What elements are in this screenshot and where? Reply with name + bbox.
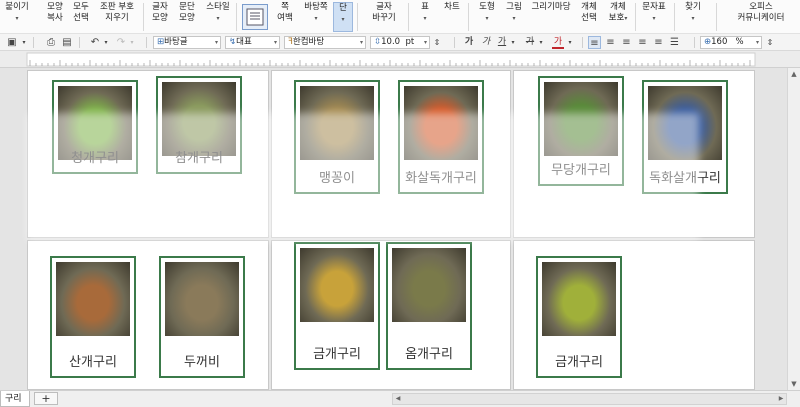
align-center-icon[interactable]: ≡	[620, 36, 633, 49]
frog-name-label: 청개구리	[71, 151, 119, 166]
char-shape-button[interactable]: 글자 모양	[149, 2, 171, 32]
chart-button[interactable]: 차트	[442, 2, 462, 32]
frog-card[interactable]: 독화살개구리	[642, 80, 728, 194]
frog-photo	[392, 248, 466, 322]
divide-icon[interactable]: ☰	[668, 36, 681, 49]
frog-name-label: 금개구리	[555, 355, 603, 370]
frog-name-label: 맹꽁이	[319, 171, 355, 186]
redo-icon[interactable]: ↷	[114, 36, 128, 49]
frog-photo	[56, 262, 130, 336]
preview-icon[interactable]: ▤	[60, 36, 74, 49]
frog-photo	[542, 262, 616, 336]
document-tab[interactable]: 구리	[0, 391, 30, 407]
frog-card[interactable]: 화살독개구리	[398, 80, 484, 194]
frog-card[interactable]: 옴개구리	[386, 242, 472, 370]
change-text-button[interactable]: 글자 바꾸기	[368, 2, 400, 32]
vertical-scrollbar[interactable]: ▲ ▼	[787, 68, 800, 390]
style-select[interactable]: ⊞바탕글 ▾	[153, 36, 221, 49]
print-icon[interactable]: ⎙	[44, 36, 58, 49]
document-canvas[interactable]: 청개구리 참개구리맹꽁이 화살독개구리 무당개구리독화살개구리산개구리 두꺼비 금개구리 옴…	[0, 68, 787, 390]
frog-name-label: 옴개구리	[405, 347, 453, 362]
background-page-button[interactable]: 바탕쪽 ▾	[302, 2, 330, 32]
strike-button[interactable]: 가	[524, 36, 536, 49]
protect-object-button[interactable]: 개체 보호▾	[605, 2, 631, 32]
frog-card[interactable]: 참개구리	[156, 76, 242, 174]
font-color-button[interactable]: 가	[552, 36, 564, 49]
frog-card[interactable]: 두꺼비	[159, 256, 245, 378]
shapes-button[interactable]: 도형 ▾	[476, 2, 498, 32]
scroll-left-icon[interactable]: ◀	[393, 394, 403, 404]
font-color-dropdown-icon[interactable]: ▾	[566, 36, 574, 49]
page-layout-button[interactable]	[242, 4, 268, 30]
frog-photo	[648, 86, 722, 160]
language-select[interactable]: ↯대표 ▾	[225, 36, 280, 49]
font-select[interactable]: ꟻ한컴바탕 ▾	[284, 36, 366, 49]
strike-dropdown-icon[interactable]: ▾	[537, 36, 545, 49]
frog-card[interactable]: 무당개구리	[538, 76, 624, 186]
horizontal-ruler[interactable]	[0, 51, 800, 68]
bold-button[interactable]: 가	[463, 36, 475, 49]
clear-format-button[interactable]: 조판 부호 지우기	[96, 2, 138, 32]
paste-button[interactable]: 붙이기 ▾	[2, 2, 32, 32]
horizontal-scrollbar[interactable]: ◀ ▶	[392, 393, 787, 405]
scroll-right-icon[interactable]: ▶	[776, 394, 786, 404]
font-size-stepper-icon[interactable]: ⇕	[432, 36, 442, 49]
drawing-gallery-button[interactable]: 그리기마당	[528, 2, 574, 32]
char-table-button[interactable]: 문자표 ▾	[640, 2, 668, 32]
underline-dropdown-icon[interactable]: ▾	[509, 36, 517, 49]
ribbon-toolbar: 붙이기 ▾ 모양 복사 모두 선택 조판 부호 지우기 글자 모양 문단 모양 스타일 ▾ 쪽…	[0, 0, 800, 34]
zoom-field[interactable]: ⊕160 % ▾	[700, 36, 762, 49]
frog-photo	[300, 86, 374, 160]
page-layout-icon	[246, 8, 264, 26]
office-communicator-button[interactable]: 오피스 커뮤니케이터	[728, 2, 794, 32]
underline-button[interactable]: 가	[496, 36, 508, 49]
distribute-icon[interactable]: ≡	[652, 36, 665, 49]
redo-dropdown-icon[interactable]: ▾	[128, 36, 136, 49]
ruler-ticks	[26, 52, 756, 67]
save-dropdown-icon[interactable]: ▾	[20, 36, 28, 49]
undo-dropdown-icon[interactable]: ▾	[102, 36, 110, 49]
frog-name-label: 참개구리	[175, 151, 223, 166]
frog-card[interactable]: 금개구리	[536, 256, 622, 378]
frog-photo	[165, 262, 239, 336]
italic-button[interactable]: 가	[480, 36, 492, 49]
undo-icon[interactable]: ↶	[88, 36, 102, 49]
scroll-up-icon[interactable]: ▲	[788, 68, 800, 80]
style-button[interactable]: 스타일 ▾	[203, 2, 233, 32]
document-tab-bar: 구리 + ◀ ▶	[0, 390, 800, 407]
frog-name-label: 금개구리	[313, 347, 361, 362]
frog-name-label: 무당개구리	[551, 163, 611, 178]
format-toolbar: ▣ ▾ ⎙ ▤ ↶ ▾ ↷ ▾ ⊞바탕글 ▾ ↯대표 ▾ ꟻ한컴바탕 ▾ ⇳10.0 …	[0, 34, 800, 51]
picture-button[interactable]: 그림 ▾	[503, 2, 525, 32]
align-left-icon[interactable]: ≡	[604, 36, 617, 49]
columns-button[interactable]: 단 ▾	[333, 2, 353, 32]
frog-card[interactable]: 금개구리	[294, 242, 380, 370]
frog-name-label: 화살독개구리	[405, 171, 477, 186]
frog-photo	[404, 86, 478, 160]
align-right-icon[interactable]: ≡	[636, 36, 649, 49]
font-size-field[interactable]: ⇳10.0 pt ▾	[370, 36, 430, 49]
frog-name-label: 두꺼비	[184, 355, 220, 370]
zoom-stepper-icon[interactable]: ⇕	[765, 36, 775, 49]
justify-icon[interactable]: ≡	[588, 36, 601, 49]
table-button[interactable]: 표 ▾	[418, 2, 432, 32]
save-icon[interactable]: ▣	[4, 36, 20, 49]
para-shape-button[interactable]: 문단 모양	[176, 2, 198, 32]
frog-card[interactable]: 산개구리	[50, 256, 136, 378]
frog-card[interactable]: 청개구리	[52, 80, 138, 174]
frog-photo	[300, 248, 374, 322]
frog-card[interactable]: 맹꽁이	[294, 80, 380, 194]
frog-photo	[162, 82, 236, 156]
copy-format-button[interactable]: 모양 복사	[44, 2, 66, 32]
frog-name-label: 독화살개구리	[649, 171, 721, 186]
scroll-down-icon[interactable]: ▼	[788, 378, 800, 390]
margins-button[interactable]: 쪽 여백	[272, 2, 298, 32]
select-object-button[interactable]: 개체 선택	[578, 2, 600, 32]
frog-photo	[544, 82, 618, 156]
frog-name-label: 산개구리	[69, 355, 117, 370]
find-button[interactable]: 찾기 ▾	[682, 2, 704, 32]
add-tab-button[interactable]: +	[34, 392, 58, 405]
select-all-button[interactable]: 모두 선택	[70, 2, 92, 32]
